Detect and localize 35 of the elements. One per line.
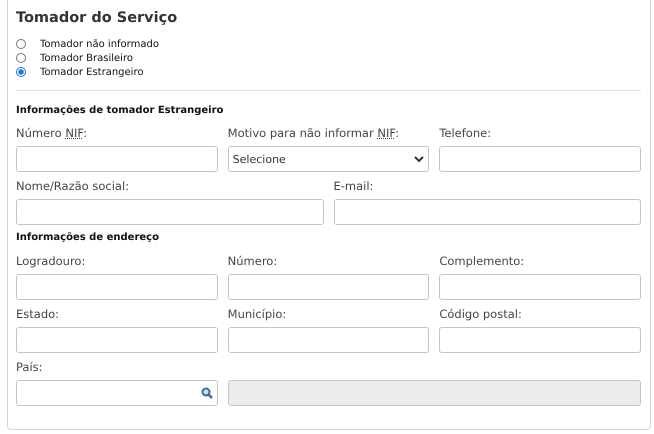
radio-button[interactable] [16,67,26,77]
radio-button[interactable] [16,53,26,63]
field-label: Número: [228,254,278,270]
field-label: E-mail: [334,179,374,195]
field-label: Logradouro: [16,254,86,270]
input-field[interactable] [16,146,218,172]
field-label: País: [16,360,44,376]
field-label: Complemento: [439,254,526,270]
input-field[interactable] [228,274,430,300]
radio-label: Tomador Brasileiro [40,52,133,64]
field-label: Telefone: [439,126,492,142]
input-field[interactable] [439,274,641,300]
radio-label: Tomador Estrangeiro [40,66,144,78]
field-label: Município: [228,307,288,323]
input-field[interactable] [16,380,218,406]
input-field[interactable] [16,327,218,353]
subsection-heading: Informações de endereço [16,232,160,243]
field-label: Código postal: [439,307,523,323]
field-label: Estado: [16,307,60,323]
select-field[interactable]: Selecione [228,146,430,172]
input-field[interactable] [334,199,641,225]
field-label: Nome/Razão social: [16,179,130,195]
input-field[interactable] [16,274,218,300]
radio-label: Tomador não informado [40,38,159,50]
field-label: Motivo para não informar NIF: [228,126,400,142]
search-icon[interactable] [200,387,213,399]
subsection-heading: Informações de tomador Estrangeiro [16,105,224,116]
chevron-icon [414,156,424,162]
input-field[interactable] [439,146,641,172]
field-label: Número NIF: [16,126,88,142]
input-field[interactable] [439,327,641,353]
radio-button[interactable] [16,39,26,49]
section-title: Tomador do Serviço [16,10,178,26]
input-field[interactable] [16,199,324,225]
input-field[interactable] [228,327,430,353]
